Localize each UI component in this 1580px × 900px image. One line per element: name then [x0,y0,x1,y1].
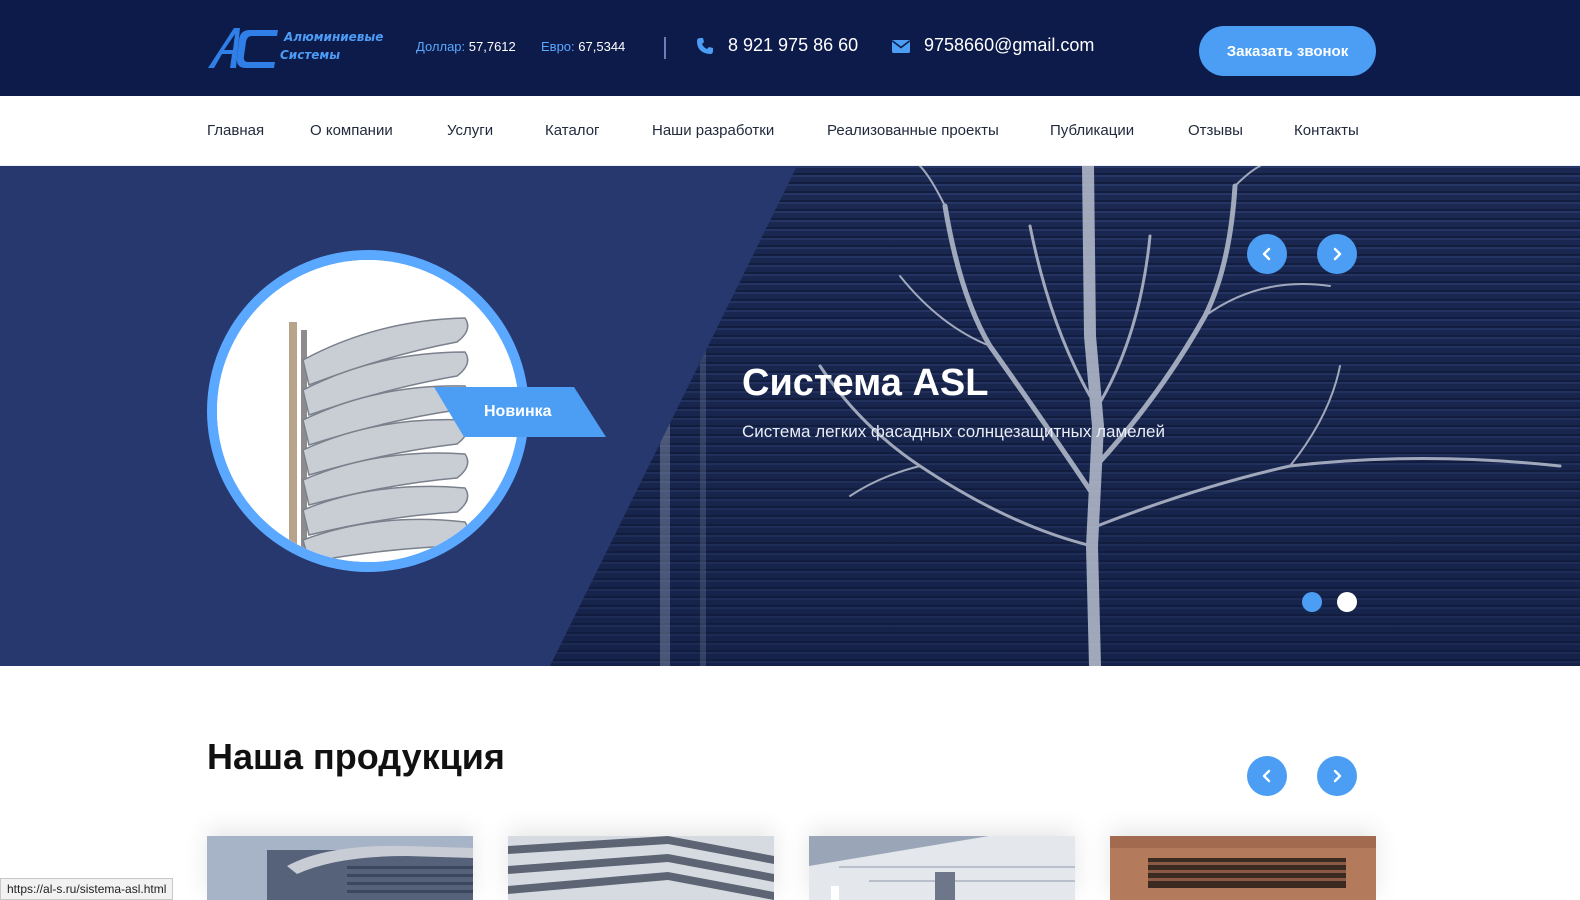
badge-label: Новинка [484,403,552,420]
hero-prev-button[interactable] [1247,234,1287,274]
nav-item-services[interactable]: Услуги [447,122,493,139]
logo-text-line2: Системы [280,48,341,62]
product-image [508,836,774,900]
company-logo[interactable]: Алюминиевые Системы [206,24,384,70]
products-prev-button[interactable] [1247,756,1287,796]
nav-item-projects[interactable]: Реализованные проекты [827,122,999,139]
hero-next-button[interactable] [1317,234,1357,274]
header-divider [664,37,666,59]
logo-text-line1: Алюминиевые [284,30,384,44]
chevron-left-icon [1262,769,1271,783]
hero-subtitle: Система легких фасадных солнцезащитных л… [742,422,1165,441]
logo-mark-icon [208,28,278,68]
nav-item-publications[interactable]: Публикации [1050,122,1134,139]
phone-icon [696,37,714,55]
euro-rate-value: 67,5344 [578,39,626,54]
product-image [207,836,473,900]
product-card[interactable] [508,836,774,900]
chevron-right-icon [1333,247,1342,261]
order-call-button[interactable]: Заказать звонок [1199,26,1376,76]
hero-title: Система ASL [742,362,989,404]
main-nav: Главная О компании Услуги Каталог Наши р… [0,96,1580,166]
product-card[interactable] [1110,836,1376,900]
product-card[interactable] [207,836,473,900]
nav-item-reviews[interactable]: Отзывы [1188,122,1243,139]
header-email[interactable]: 9758660@gmail.com [892,35,1094,56]
header-phone[interactable]: 8 921 975 86 60 [696,35,858,56]
email-address[interactable]: 9758660@gmail.com [924,35,1094,56]
nav-item-catalog[interactable]: Каталог [545,122,600,139]
nav-item-contacts[interactable]: Контакты [1294,122,1359,139]
products-next-button[interactable] [1317,756,1357,796]
slider-dot-1[interactable] [1302,592,1322,612]
nav-item-about[interactable]: О компании [310,122,393,139]
euro-rate: Евро: 67,5344 [541,39,625,54]
dollar-rate-label: Доллар: [416,39,466,54]
slider-dot-2[interactable] [1337,592,1357,612]
chevron-left-icon [1262,247,1271,261]
products-heading: Наша продукция [207,736,505,777]
euro-rate-label: Евро: [541,39,575,54]
envelope-icon [892,37,910,55]
nav-item-developments[interactable]: Наши разработки [652,122,774,139]
product-card[interactable] [809,836,1075,900]
status-bar-url: https://al-s.ru/sistema-asl.html [0,878,174,900]
new-badge: Новинка [434,387,606,437]
dollar-rate: Доллар: 57,7612 [416,39,516,54]
product-image [1110,836,1376,900]
chevron-right-icon [1333,769,1342,783]
nav-item-home[interactable]: Главная [207,122,264,139]
top-bar: Алюминиевые Системы Доллар: 57,7612 Евро… [0,0,1580,96]
phone-number[interactable]: 8 921 975 86 60 [728,35,858,56]
product-image [809,836,1075,900]
dollar-rate-value: 57,7612 [468,39,516,54]
hero-slider: Новинка Система ASL Система легких фасад… [0,166,1580,666]
